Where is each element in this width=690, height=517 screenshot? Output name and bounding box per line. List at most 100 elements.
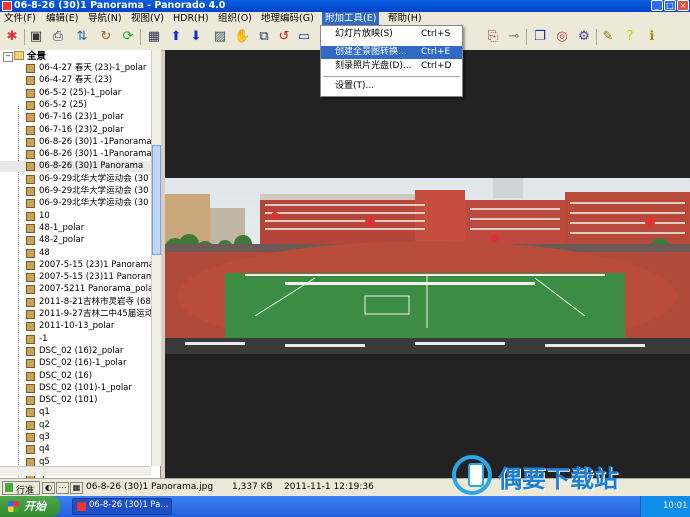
tree-item[interactable]: q4 — [0, 444, 151, 455]
slider-icon[interactable]: ⊸ — [506, 29, 522, 45]
panorama-file-icon — [26, 211, 35, 221]
tree-item[interactable]: 06-4-27 春天 (23) — [0, 75, 151, 86]
tree-item[interactable]: q2 — [0, 420, 151, 431]
maximize-button[interactable]: □ — [664, 0, 676, 11]
menu-separator — [323, 76, 460, 77]
printer-icon[interactable]: ⎘ — [485, 29, 501, 45]
tree-item[interactable]: 06-5-2 (25)-1_polar — [0, 88, 151, 99]
frame-icon[interactable]: ▭ — [296, 29, 312, 45]
sort-icon[interactable]: ⇅ — [74, 29, 90, 45]
tree-item[interactable]: 06-7-16 (23)1_polar — [0, 112, 151, 123]
tree-item[interactable]: 2007-5211 Panorama_polar — [0, 284, 157, 295]
menu-item-create-panorama-conversion[interactable]: 创建全景图转换... Ctrl+E — [321, 46, 462, 59]
close-button[interactable]: × — [677, 0, 689, 11]
globe-icon[interactable]: ◎ — [554, 29, 570, 45]
tree-item[interactable]: 2011-10-13_polar — [0, 321, 151, 332]
moon-icon[interactable]: ◐ — [42, 482, 55, 494]
menu-tools[interactable]: 附加工具(E) — [322, 12, 380, 25]
panorama-file-icon — [26, 420, 35, 430]
tree-item[interactable]: 06-8-26 (30)1 -1Panorama_ — [0, 149, 156, 160]
tree-item-label: DSC_02 (16) — [39, 370, 93, 381]
menu-file[interactable]: 文件(F) — [4, 12, 36, 25]
panorama-file-icon — [26, 371, 35, 381]
new-icon[interactable]: ✱ — [4, 29, 20, 45]
tree-item[interactable]: 10 — [0, 211, 151, 222]
tree-item[interactable]: 2007-5-15 (23)1 Panorama — [0, 260, 154, 271]
tree-item[interactable]: 06-9-29北华大学运动会 (30 — [0, 198, 151, 209]
menu-organize[interactable]: 组织(O) — [218, 12, 252, 25]
settings-label: 设置(T)... — [335, 81, 375, 91]
folder-tree: − 全景 06-4-27 春天 (23)-1_polar 06-4-27 春天 (… — [0, 50, 161, 478]
menu-item-settings[interactable]: 设置(T)... — [321, 80, 462, 93]
menu-help[interactable]: 帮助(H) — [388, 12, 422, 25]
grid-view-icon[interactable]: ▦ — [70, 482, 83, 494]
start-button[interactable]: 开始 — [0, 496, 60, 517]
tree-item[interactable]: DSC_02 (101) — [0, 395, 151, 406]
tree-item[interactable]: DSC_02 (101)-1_polar — [0, 383, 151, 394]
minimize-button[interactable]: _ — [651, 0, 663, 11]
menu-item-burn-disc[interactable]: 刻录照片光盘(D)... Ctrl+D — [321, 60, 462, 73]
menu-bar: 文件(F) 编辑(E) 导航(N) 视图(V) HDR(H) 组织(O) 地理编… — [0, 12, 690, 25]
info-icon[interactable]: ℹ — [644, 29, 660, 45]
taskbar-app-button[interactable]: 06-8-26 (30)1 Pa... — [72, 498, 172, 515]
mode-button[interactable]: 行准 — [2, 481, 40, 496]
refresh-icon[interactable]: ⟳ — [120, 29, 136, 45]
image-icon[interactable]: ▨ — [212, 29, 228, 45]
burn-disc-label: 刻录照片光盘(D)... — [335, 61, 412, 71]
tree-item[interactable]: 06-4-27 春天 (23)-1_polar — [0, 63, 151, 74]
arrow-up-icon[interactable]: ⬆ — [168, 29, 184, 45]
slideshow-label: 幻灯片放映(S) — [335, 29, 393, 39]
menu-geocode[interactable]: 地理编码(G) — [261, 12, 314, 25]
dots-icon[interactable]: ⋯ — [56, 482, 69, 494]
toolbar-separator — [596, 29, 597, 45]
tree-item[interactable]: 06-8-26 (30)1 Panorama — [0, 161, 151, 173]
tree-item-label: DSC_02 (16)2_polar — [39, 345, 124, 356]
tree-item[interactable]: 48 — [0, 248, 151, 259]
rotate-icon[interactable]: ↻ — [98, 29, 114, 45]
scrollbar-thumb[interactable] — [152, 145, 161, 255]
hand-icon[interactable]: ✋ — [234, 29, 250, 45]
menu-hdr[interactable]: HDR(H) — [173, 12, 209, 25]
rotate-red-icon[interactable]: ↺ — [276, 29, 292, 45]
panorama-image[interactable] — [165, 178, 690, 354]
help-icon[interactable]: ? — [622, 29, 638, 45]
tools-icon[interactable]: ✎ — [600, 29, 616, 45]
tree-item[interactable]: DSC_02 (16)2_polar — [0, 346, 151, 357]
menu-view[interactable]: 视图(V) — [131, 12, 164, 25]
open-image-icon[interactable]: ▣ — [28, 29, 44, 45]
tree-item[interactable]: 2007-5-15 (23)11 Panorama_ — [0, 272, 160, 283]
tree-horizontal-scrollbar[interactable] — [0, 466, 151, 476]
tree-item-label: 48-2_polar — [39, 235, 85, 246]
tree-vertical-scrollbar[interactable] — [151, 50, 161, 466]
tree-item[interactable]: 06-9-29北华大学运动会 (30 — [0, 174, 151, 185]
tree-item[interactable]: 2011-9-27吉林二中45届运动 — [0, 309, 153, 320]
tools-dropdown-menu: 幻灯片放映(S) Ctrl+S 创建全景图转换... Ctrl+E 刻录照片光盘… — [320, 25, 463, 97]
windows-icon[interactable]: ❐ — [532, 29, 548, 45]
toolbar-separator — [140, 29, 141, 45]
tree-item-label: 06-4-27 春天 (23)-1_polar — [39, 63, 147, 73]
tree-item[interactable]: DSC_02 (16) — [0, 371, 151, 382]
grid-icon[interactable]: ▦ — [146, 29, 162, 45]
menu-nav[interactable]: 导航(N) — [88, 12, 122, 25]
tree-item[interactable]: -1 — [0, 334, 151, 345]
panorama-file-icon — [26, 100, 35, 110]
settings-icon[interactable]: ⚙ — [576, 29, 592, 45]
panorama-file-icon — [26, 260, 35, 270]
tree-item[interactable]: 48-2_polar — [0, 235, 151, 246]
menu-item-slideshow[interactable]: 幻灯片放映(S) Ctrl+S — [321, 28, 462, 41]
resize-icon[interactable]: ⧉ — [256, 29, 272, 45]
mode-icon — [5, 483, 13, 492]
arrow-down-icon[interactable]: ⬇ — [188, 29, 204, 45]
tree-item[interactable]: 06-8-26 (30)1 -1Panorama_p — [0, 137, 160, 148]
tree-item[interactable]: DSC_02 (16)-1_polar — [0, 358, 151, 369]
tree-item[interactable]: 06-9-29北华大学运动会 (30 — [0, 186, 151, 197]
tree-item[interactable]: 06-5-2 (25) — [0, 100, 151, 111]
tree-item[interactable]: q3 — [0, 432, 151, 443]
tree-item[interactable]: 06-7-16 (23)2_polar — [0, 125, 151, 136]
tree-item[interactable]: 2011-8-21吉林市灵岩寺 (68 — [0, 297, 151, 308]
menu-edit[interactable]: 编辑(E) — [46, 12, 78, 25]
tree-item[interactable]: q1 — [0, 407, 151, 418]
tree-item[interactable]: 48-1_polar — [0, 223, 151, 234]
collapse-icon[interactable]: − — [3, 52, 13, 62]
print-icon[interactable]: ⎙ — [50, 29, 66, 45]
